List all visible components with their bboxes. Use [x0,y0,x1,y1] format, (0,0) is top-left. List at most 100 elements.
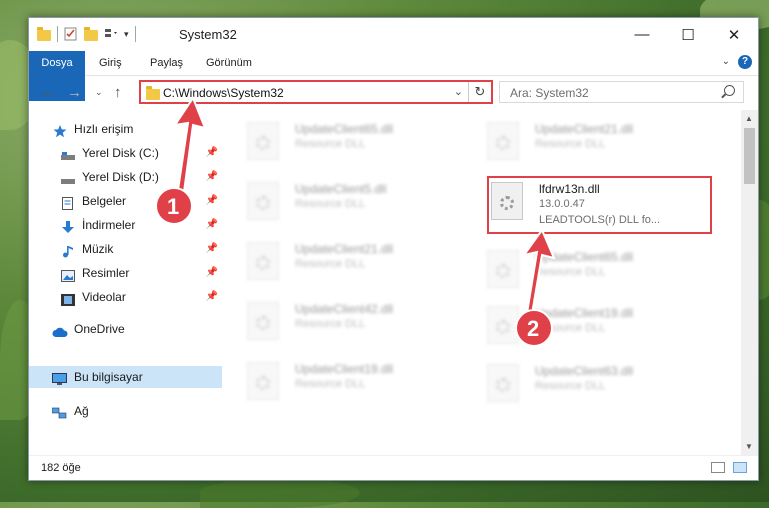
close-button[interactable]: ✕ [711,18,757,51]
file-item[interactable]: UpdateClient19.dll Resource DLL [487,302,687,352]
sidebar-item-pictures[interactable]: Resimler 📌 [29,262,222,284]
file-item[interactable]: UpdateClient19.dll Resource DLL [247,358,447,408]
sidebar-item-onedrive[interactable]: OneDrive [29,318,222,340]
pin-icon[interactable]: 📌 [206,238,218,260]
video-icon [61,291,75,306]
file-name: UpdateClient65.dll [295,122,394,136]
pin-icon[interactable]: 📌 [206,214,218,236]
file-item[interactable]: UpdateClient21.dll Resource DLL [487,118,687,168]
pin-icon[interactable]: 📌 [206,286,218,308]
network-icon [51,405,67,419]
search-placeholder: Ara: System32 [510,86,589,100]
navigation-bar: ← → ⌄ ↑ C:\Windows\System32 ⌄ ↻ Ara: Sys… [29,76,758,110]
folder-icon [146,86,160,100]
sidebar-item-this-pc[interactable]: Bu bilgisayar [29,366,222,388]
file-description: Resource DLL [295,318,366,330]
dll-file-icon [487,364,519,402]
dll-file-icon [487,122,519,160]
quick-access-toolbar: ▾ [37,26,136,42]
address-path[interactable]: C:\Windows\System32 [163,86,284,100]
navigation-pane: Hızlı erişim Yerel Disk (C:) 📌 Yerel Dis… [29,110,224,450]
file-item[interactable]: UpdateClient5.dll Resource DLL [247,178,447,228]
file-description: Resource DLL [535,380,606,392]
tab-share[interactable]: Paylaş [150,51,183,75]
pin-icon[interactable]: 📌 [206,166,218,188]
sidebar-item-label: Yerel Disk (C:) [82,146,159,160]
file-description: Resource DLL [535,322,606,334]
highlight-box [487,176,712,234]
recent-locations-icon[interactable]: ⌄ [95,87,103,98]
up-arrow-icon[interactable]: ↑ [114,84,122,101]
sidebar-item-label: Müzik [82,242,114,256]
sidebar-item-downloads[interactable]: İndirmeler 📌 [29,214,222,236]
dll-file-icon [247,182,279,220]
file-name: UpdateClient63.dll [535,364,634,378]
forward-arrow-icon[interactable]: → [67,84,82,101]
folder-icon[interactable] [37,26,51,41]
scrollbar-thumb[interactable] [744,128,755,184]
sidebar-item-label: Hızlı erişim [74,122,134,136]
file-item[interactable]: UpdateClient65.dll Resource DLL [487,246,687,296]
file-description: Resource DLL [295,378,366,390]
file-item[interactable]: UpdateClient42.dll Resource DLL [247,298,447,348]
sidebar-item-music[interactable]: Müzik 📌 [29,238,222,260]
separator [57,26,58,42]
music-icon [62,243,76,258]
drive-icon [61,147,75,160]
help-icon[interactable]: ? [738,55,752,69]
sidebar-item-label: Videolar [82,290,126,304]
pin-icon[interactable]: 📌 [206,262,218,284]
item-count: 182 öğe [41,462,81,474]
address-bar[interactable]: C:\Windows\System32 ⌄ ↻ [139,80,493,104]
qat-dropdown-icon[interactable]: ▾ [124,29,129,40]
scroll-up-icon[interactable]: ▲ [745,114,753,123]
file-item[interactable]: UpdateClient63.dll Resource DLL [487,360,687,410]
sidebar-item-local-disk-c[interactable]: Yerel Disk (C:) 📌 [29,142,222,164]
file-name: UpdateClient21.dll [295,242,394,256]
scroll-down-icon[interactable]: ▼ [745,442,753,451]
search-icon[interactable] [724,85,735,96]
properties-icon[interactable] [64,27,78,41]
vertical-scrollbar[interactable]: ▲ ▼ [741,110,758,455]
sidebar-item-label: Ağ [74,404,89,418]
file-name: UpdateClient65.dll [535,250,634,264]
chevron-down-icon[interactable]: ⌄ [722,56,730,67]
search-box[interactable]: Ara: System32 [499,81,744,103]
details-view-icon[interactable] [711,462,725,473]
file-item[interactable]: UpdateClient21.dll Resource DLL [247,238,447,288]
chevron-down-icon[interactable]: ⌄ [454,85,463,98]
window-title: System32 [179,27,237,42]
sidebar-item-documents[interactable]: Belgeler 📌 [29,190,222,212]
customize-icon[interactable] [104,27,118,41]
large-icons-view-icon[interactable] [733,462,747,473]
tab-view[interactable]: Görünüm [206,51,252,75]
back-arrow-icon[interactable]: ← [40,84,55,101]
file-name: UpdateClient19.dll [295,362,394,376]
pin-icon[interactable]: 📌 [206,142,218,164]
file-name: UpdateClient21.dll [535,122,634,136]
file-item[interactable]: UpdateClient65.dll Resource DLL [247,118,447,168]
sidebar-item-network[interactable]: Ağ [29,400,222,422]
maximize-button[interactable]: ☐ [665,18,711,51]
file-description: Resource DLL [535,138,606,150]
file-list: UpdateClient65.dll Resource DLL UpdateCl… [225,110,740,450]
sidebar-item-local-disk-d[interactable]: Yerel Disk (D:) 📌 [29,166,222,188]
drive-icon [61,171,75,184]
tab-home[interactable]: Giriş [99,51,122,75]
sidebar-item-videos[interactable]: Videolar 📌 [29,286,222,308]
minimize-button[interactable]: — [619,18,665,51]
download-icon [62,219,76,233]
dll-file-icon [247,242,279,280]
sidebar-item-quick-access[interactable]: Hızlı erişim [29,118,222,140]
new-folder-icon[interactable] [84,26,98,41]
pin-icon[interactable]: 📌 [206,190,218,212]
dll-file-icon [247,122,279,160]
refresh-icon[interactable]: ↻ [468,82,491,102]
ribbon-tabs: Dosya Giriş Paylaş Görünüm ⌄ ? [29,51,758,101]
file-description: Resource DLL [535,266,606,278]
dll-file-icon [487,250,519,288]
title-bar: ▾ System32 — ☐ ✕ [29,18,758,51]
sidebar-item-label: Bu bilgisayar [74,370,143,384]
dll-file-icon [247,362,279,400]
file-name: UpdateClient5.dll [295,182,387,196]
